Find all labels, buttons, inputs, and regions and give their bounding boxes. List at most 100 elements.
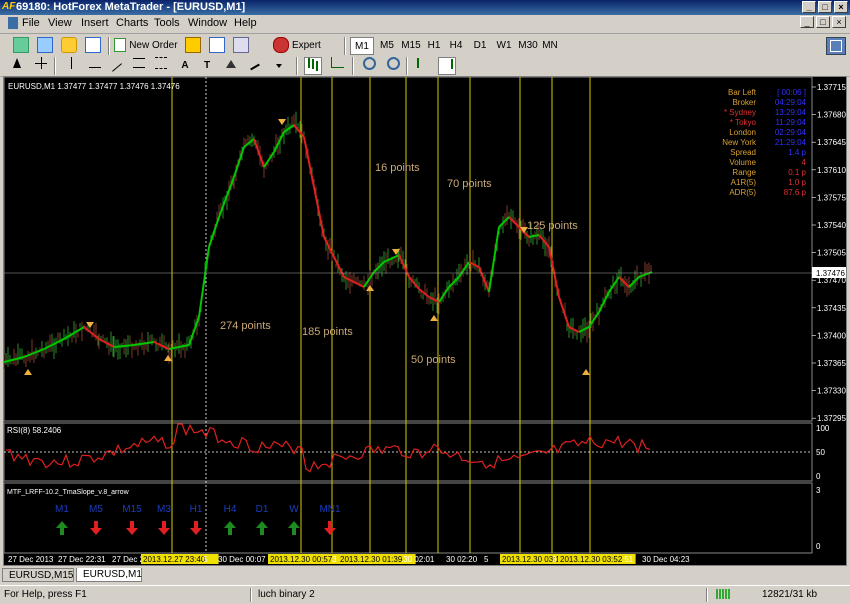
- line-chart-button[interactable]: [328, 57, 346, 75]
- tf-m5-button[interactable]: M5: [376, 37, 398, 55]
- new-order-label: New Order: [129, 40, 178, 51]
- new-order-button[interactable]: New Order: [114, 37, 178, 55]
- time-axis-label: 2013.12.30 03:52: [560, 555, 623, 564]
- mdi-close-button[interactable]: ×: [832, 16, 846, 28]
- time-axis-label: 30 Dec 04:23: [642, 555, 690, 564]
- menu-insert[interactable]: Insert: [81, 17, 109, 29]
- horizontal-line-tool[interactable]: [86, 57, 104, 75]
- tab-eurusd-m15[interactable]: EURUSD,M15: [2, 568, 74, 582]
- equidistant-channel-tool[interactable]: [130, 57, 148, 75]
- mtf-timeframe-label: D1: [256, 504, 269, 515]
- text-tool-label: A: [181, 60, 189, 71]
- favorites-button[interactable]: [60, 37, 78, 55]
- arrow-down-icon: [126, 521, 138, 535]
- separator: [344, 37, 346, 55]
- navigator-button[interactable]: [208, 37, 226, 55]
- tf-m15-label: M15: [401, 40, 421, 51]
- arrow-tool[interactable]: [246, 57, 264, 75]
- profiles-icon: [37, 37, 53, 54]
- tf-h1-button[interactable]: H1: [424, 37, 444, 55]
- price-tick-label: 1.37330: [817, 387, 846, 396]
- profiles-button[interactable]: [36, 37, 54, 55]
- points-annotation: 16 points: [375, 162, 420, 174]
- arrow-up-icon: [256, 521, 268, 535]
- tma-segment: [253, 138, 265, 168]
- menu-view[interactable]: View: [48, 17, 72, 29]
- fibonacci-tool[interactable]: [152, 57, 170, 75]
- text-tool[interactable]: A: [176, 57, 194, 75]
- market-watch-button[interactable]: [84, 37, 102, 55]
- tma-segment: [548, 246, 560, 298]
- trendline-tool[interactable]: [108, 57, 126, 75]
- mdi-minimize-button[interactable]: _: [800, 16, 814, 28]
- price-tick-label: 1.37295: [817, 414, 846, 423]
- rsi-line: [5, 423, 651, 473]
- info-value: 13:29:04: [775, 108, 807, 117]
- mtf-items: M1 M5 M15 M3 H1 H4 D1 W MN1: [55, 504, 341, 535]
- minimize-button[interactable]: _: [802, 1, 816, 13]
- menu-file[interactable]: File: [22, 17, 40, 29]
- new-order-icon: [114, 38, 127, 53]
- tf-d1-button[interactable]: D1: [470, 37, 490, 55]
- tma-segment: [438, 286, 450, 303]
- mdi-restore-button[interactable]: □: [816, 16, 830, 28]
- tab-eurusd-m1[interactable]: EURUSD,M1: [76, 568, 142, 582]
- expert-advisors-icon: [273, 37, 290, 54]
- price-tick-label: 1.37575: [817, 193, 846, 202]
- rsi-label: RSI(8) 58.2406: [7, 426, 62, 435]
- tf-w1-button[interactable]: W1: [494, 37, 514, 55]
- info-value: 02:29:04: [775, 128, 807, 137]
- info-value: 1.0 p: [788, 178, 806, 187]
- arrow-down-icon: [158, 521, 170, 535]
- tf-m30-button[interactable]: M30: [516, 37, 540, 55]
- tma-segment: [233, 146, 245, 178]
- chart-window[interactable]: 1.37715 1.37680 1.37645 1.37610 1.37575 1.375…: [3, 76, 847, 566]
- sell-arrow-icon: [86, 322, 94, 328]
- maximize-button[interactable]: □: [818, 1, 832, 13]
- tma-segment: [478, 266, 490, 293]
- info-label: * Tokyo: [730, 118, 757, 127]
- cursor-tool[interactable]: [8, 57, 26, 75]
- mtf-timeframe-label: H1: [190, 504, 203, 515]
- vertical-line-tool[interactable]: [62, 57, 80, 75]
- mtf-timeframe-label: M15: [122, 504, 142, 515]
- current-price-label: 1.37476: [816, 269, 845, 278]
- new-chart-button[interactable]: [12, 37, 30, 55]
- notification-button[interactable]: [826, 37, 846, 55]
- separator: [406, 57, 408, 75]
- close-button[interactable]: ×: [834, 1, 848, 13]
- tf-m30-label: M30: [518, 40, 538, 51]
- menu-help[interactable]: Help: [234, 17, 257, 29]
- autoscroll-button[interactable]: [414, 57, 432, 75]
- tf-m5-label: M5: [380, 40, 394, 51]
- tf-h4-button[interactable]: H4: [446, 37, 466, 55]
- metaeditor-button[interactable]: [184, 37, 202, 55]
- tma-segment: [598, 291, 610, 313]
- rsi-tick-0: 0: [816, 472, 821, 481]
- tf-m1-button[interactable]: M1: [350, 37, 374, 55]
- menu-window[interactable]: Window: [188, 17, 227, 29]
- bar-chart-button[interactable]: [304, 57, 322, 75]
- chart-shift-button[interactable]: [438, 57, 456, 75]
- expert-advisors-button[interactable]: Expert Advisors: [254, 37, 340, 69]
- mtf-timeframe-label: M5: [89, 504, 103, 515]
- crosshair-tool[interactable]: [32, 57, 50, 75]
- more-tools-dropdown[interactable]: [270, 57, 288, 75]
- buy-arrow-icon: [582, 369, 590, 375]
- menu-tools[interactable]: Tools: [154, 17, 180, 29]
- text-label-tool[interactable]: T: [198, 57, 216, 75]
- tf-h1-label: H1: [427, 40, 441, 51]
- chart-canvas[interactable]: 1.37715 1.37680 1.37645 1.37610 1.37575 1.375…: [4, 77, 846, 565]
- tf-w1-label: W1: [496, 40, 512, 51]
- text-label-tool-label: T: [203, 60, 211, 71]
- zoom-out-button[interactable]: [384, 57, 402, 75]
- metaeditor-icon: [185, 37, 201, 54]
- zoom-in-button[interactable]: [360, 57, 378, 75]
- menu-charts[interactable]: Charts: [116, 17, 148, 29]
- tf-mn-button[interactable]: MN: [540, 37, 560, 55]
- time-axis-label: 30 02:20: [446, 555, 478, 564]
- status-bar: For Help, press F1 luch binary 2 12821/3…: [0, 585, 850, 604]
- tf-m15-button[interactable]: M15: [400, 37, 422, 55]
- tester-button[interactable]: [232, 37, 250, 55]
- arrows-tool[interactable]: [222, 57, 240, 75]
